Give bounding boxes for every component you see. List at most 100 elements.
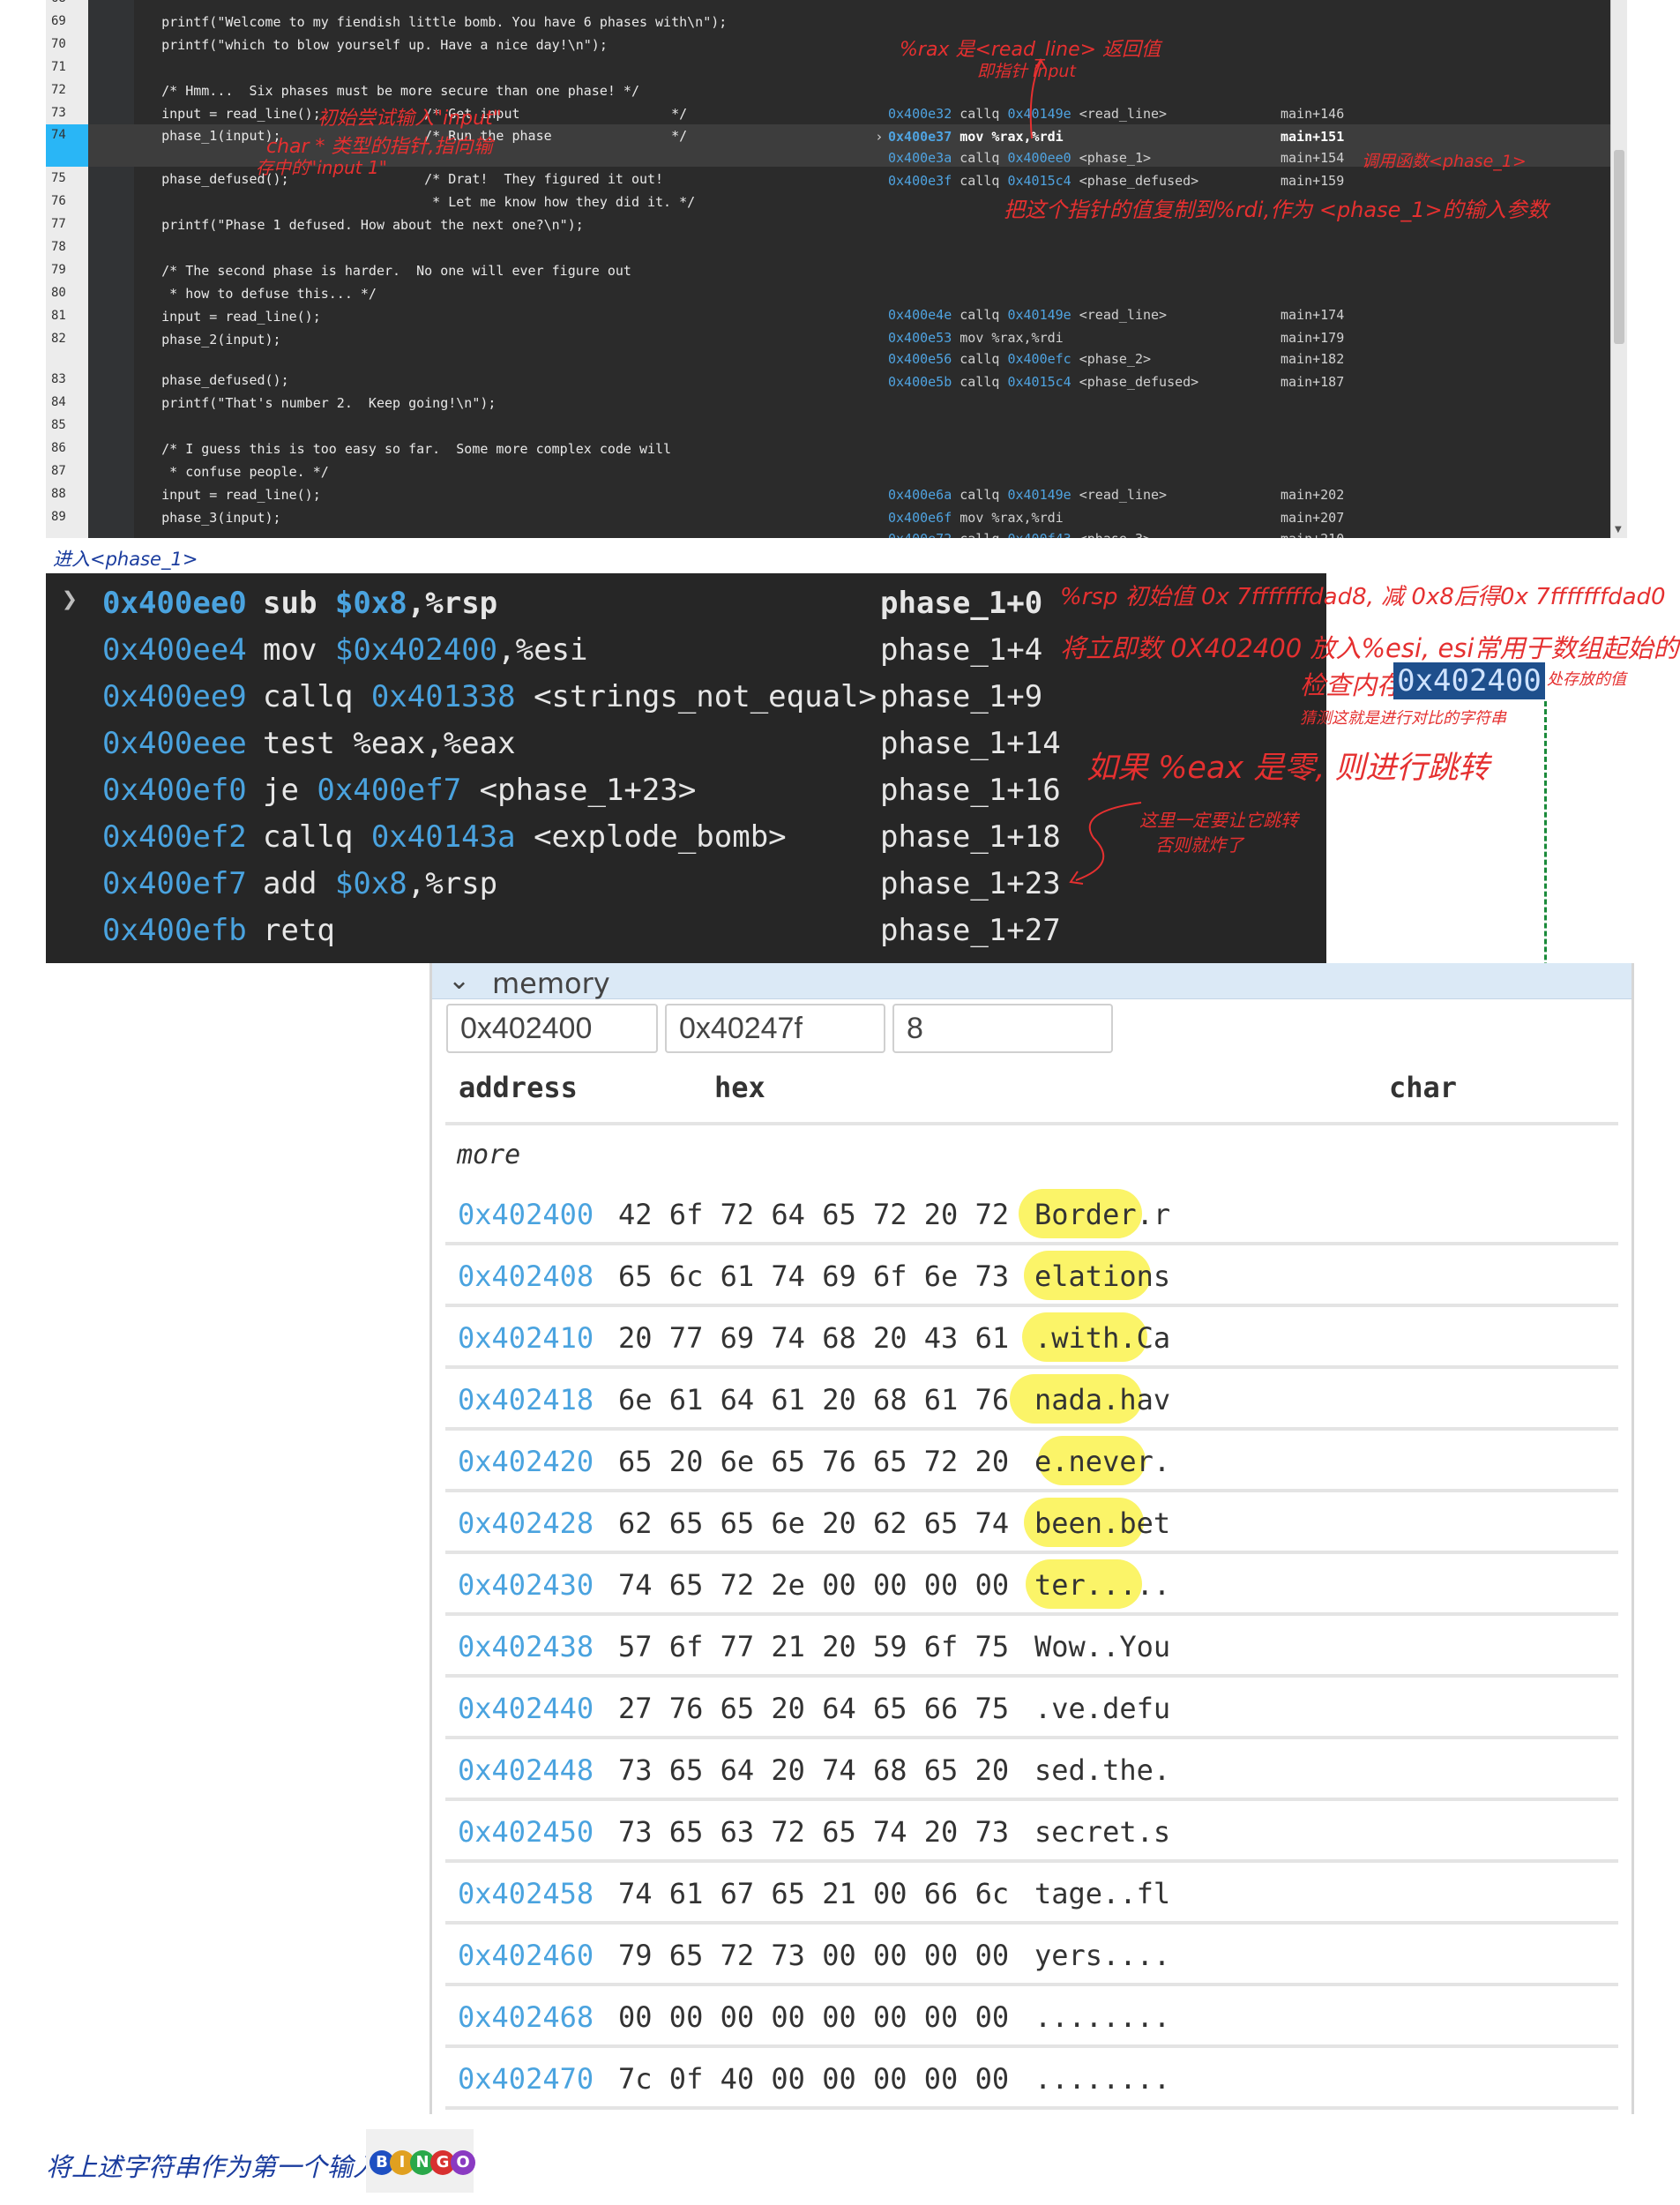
asm-line[interactable]: 0x400e5b callq 0x4015c4 <phase_defused> [888,374,1198,390]
memory-hex-bytes: 65 20 6e 65 76 65 72 20 [618,1445,1010,1478]
asm-line[interactable]: 0x400e72 callq 0x400f43 <phase_3> [888,531,1151,538]
disasm-row[interactable]: 0x400efb retq phase_1+27 [46,908,1326,954]
asm-offset: main+159 [1281,173,1345,189]
memory-address-link[interactable]: 0x402428 [458,1506,594,1540]
scroll-down-arrow-icon[interactable]: ▼ [1615,525,1622,534]
asm-line[interactable]: 0x400e6f mov %rax,%rdi [888,510,1064,526]
line-number: 86 [51,441,66,455]
asm-address: 0x400e5b [888,374,952,390]
asm-line[interactable]: 0x400e3a callq 0x400ee0 <phase_1> [888,150,1151,166]
column-address-header: address [459,1071,578,1104]
memory-address-link[interactable]: 0x402468 [458,2000,594,2034]
memory-row[interactable]: 0x402420 65 20 6e 65 76 65 72 20 e.never. [445,1431,1618,1492]
source-line[interactable]: 72 /* Hmm... Six phases must be more sec… [46,79,1611,101]
memory-row[interactable]: 0x402448 73 65 64 20 74 68 65 20 sed.the. [445,1739,1618,1801]
column-hex-header: hex [714,1071,765,1104]
asm-symbol: <phase_defused> [1071,374,1199,390]
disasm-offset: phase_1+18 [880,819,1061,855]
line-number: 79 [51,263,66,277]
source-line[interactable]: 80 * how to defuse this... */ [46,282,1611,303]
source-line[interactable]: 84 printf("That's number 2. Keep going!\… [46,392,1611,413]
line-number: 87 [51,464,66,478]
asm-line[interactable]: 0x400e6a callq 0x40149e <read_line> [888,487,1167,503]
memory-address-link[interactable]: 0x402400 [458,1198,594,1231]
disasm-address: 0x400ef2 [102,819,247,855]
source-line[interactable]: 69 printf("Welcome to my fiendish little… [46,11,1611,32]
memory-address-link[interactable]: 0x402440 [458,1692,594,1725]
memory-header[interactable]: ⌄ memory [432,963,1631,1000]
collapse-chevron-icon[interactable]: ⌄ [448,965,470,996]
source-line[interactable]: 81 input = read_line(); [46,305,1611,326]
memory-row[interactable]: 0x402438 57 6f 77 21 20 59 6f 75 Wow..You [445,1616,1618,1678]
source-code: phase_3(input); [130,510,281,526]
source-code: printf("Phase 1 defused. How about the n… [130,217,584,233]
memory-address-link[interactable]: 0x402458 [458,1877,594,1910]
source-line[interactable]: 71 [46,56,1611,78]
end-address-input[interactable]: 0x40247f [665,1004,885,1053]
memory-address-link[interactable]: 0x402410 [458,1321,594,1355]
memory-row[interactable]: 0x402440 27 76 65 20 64 65 66 75 .ve.defu [445,1678,1618,1739]
asm-instruction: callq [952,351,1008,367]
bytes-per-row-input[interactable]: 8 [892,1004,1113,1053]
disasm-offset: phase_1+16 [880,773,1061,808]
memory-address-link[interactable]: 0x402450 [458,1815,594,1849]
memory-row[interactable]: 0x402428 62 65 65 6e 20 62 65 74 been.bet [445,1492,1618,1554]
asm-line[interactable]: 0x400e4e callq 0x40149e <read_line> [888,307,1167,323]
source-code: /* I guess this is too easy so far. Some… [130,441,672,457]
asm-line[interactable]: 0x400e3f callq 0x4015c4 <phase_defused> [888,173,1198,189]
source-line[interactable]: 82 phase_2(input); [46,328,1611,349]
memory-row[interactable]: 0x402458 74 61 67 65 21 00 66 6c tage..fl [445,1863,1618,1925]
disasm-row[interactable]: 0x400ee9 callq 0x401338 <strings_not_equa… [46,674,1326,721]
asm-offset: main+187 [1281,374,1345,390]
disasm-instruction: callq 0x401338 <strings_not_equal> [263,679,877,714]
memory-address-link[interactable]: 0x402448 [458,1753,594,1787]
memory-address-link[interactable]: 0x402470 [458,2062,594,2096]
vertical-scrollbar[interactable]: ▼ [1610,0,1627,538]
line-number: 75 [51,171,66,185]
memory-address-link[interactable]: 0x402418 [458,1383,594,1416]
memory-row[interactable]: 0x402410 20 77 69 74 68 20 43 61 .with.Ca [445,1307,1618,1369]
memory-address-link[interactable]: 0x402420 [458,1445,594,1478]
source-line[interactable]: 85 [46,415,1611,436]
disasm-opcode: retq [263,913,335,948]
source-line[interactable]: 87 * confuse people. */ [46,460,1611,482]
asm-target: 0x4015c4 [1007,173,1071,189]
source-line[interactable]: 79 /* The second phase is harder. No one… [46,259,1611,280]
disasm-operand: $0x8 [334,586,407,621]
source-line[interactable]: 88 input = read_line(); [46,483,1611,505]
source-line[interactable]: 83 phase_defused(); [46,369,1611,390]
asm-symbol: <read_line> [1071,487,1168,503]
memory-row[interactable]: 0x402450 73 65 63 72 65 74 20 73 secret.s [445,1801,1618,1863]
memory-address-link[interactable]: 0x402438 [458,1630,594,1663]
disasm-instruction: mov $0x402400,%esi [263,632,587,668]
source-line[interactable]: 78 [46,236,1611,258]
line-number: 70 [51,37,66,51]
annotation-cmp-string: 猜测这就是进行对比的字符串 [1300,709,1506,728]
memory-address-link[interactable]: 0x402460 [458,1939,594,1972]
scrollbar-thumb[interactable] [1614,150,1624,344]
memory-row[interactable]: 0x402430 74 65 72 2e 00 00 00 00 ter..... [445,1554,1618,1616]
memory-address-link[interactable]: 0x402430 [458,1568,594,1602]
memory-row[interactable]: 0x402470 7c 0f 40 00 00 00 00 00........ [445,2048,1618,2110]
source-line[interactable]: 86 /* I guess this is too easy so far. S… [46,437,1611,459]
memory-row[interactable]: 0x402460 79 65 72 73 00 00 00 00 yers.... [445,1925,1618,1986]
memory-hex-bytes: 73 65 63 72 65 74 20 73 [618,1815,1010,1849]
source-line[interactable]: 70 printf("which to blow yourself up. Ha… [46,34,1611,55]
start-address-input[interactable]: 0x402400 [446,1004,658,1053]
source-line[interactable]: 89 phase_3(input); [46,506,1611,527]
disasm-instruction: add $0x8,%rsp [263,866,497,901]
memory-hex-bytes: 57 6f 77 21 20 59 6f 75 [618,1630,1010,1663]
source-line[interactable]: 73 input = read_line(); /* Get input */ [46,102,1611,123]
memory-address-link[interactable]: 0x402408 [458,1259,594,1293]
memory-row[interactable]: 0x402468 00 00 00 00 00 00 00 00........ [445,1986,1618,2048]
memory-row[interactable]: 0x402400 42 6f 72 64 65 72 20 72 Border.r [445,1184,1618,1245]
asm-line[interactable]: 0x400e56 callq 0x400efc <phase_2> [888,351,1151,367]
source-line[interactable]: 68 [46,0,1611,9]
memory-chars: yers.... [1034,1939,1171,1972]
memory-row[interactable]: 0x402408 65 6c 61 74 69 6f 6e 73 elations [445,1245,1618,1307]
asm-offset: main+210 [1281,531,1344,538]
load-more-link[interactable]: more [457,1140,520,1170]
asm-instruction: callq [952,531,1007,538]
memory-row[interactable]: 0x402418 6e 61 64 61 20 68 61 76 nada.hav [445,1369,1618,1431]
asm-line[interactable]: 0x400e53 mov %rax,%rdi [888,330,1064,346]
